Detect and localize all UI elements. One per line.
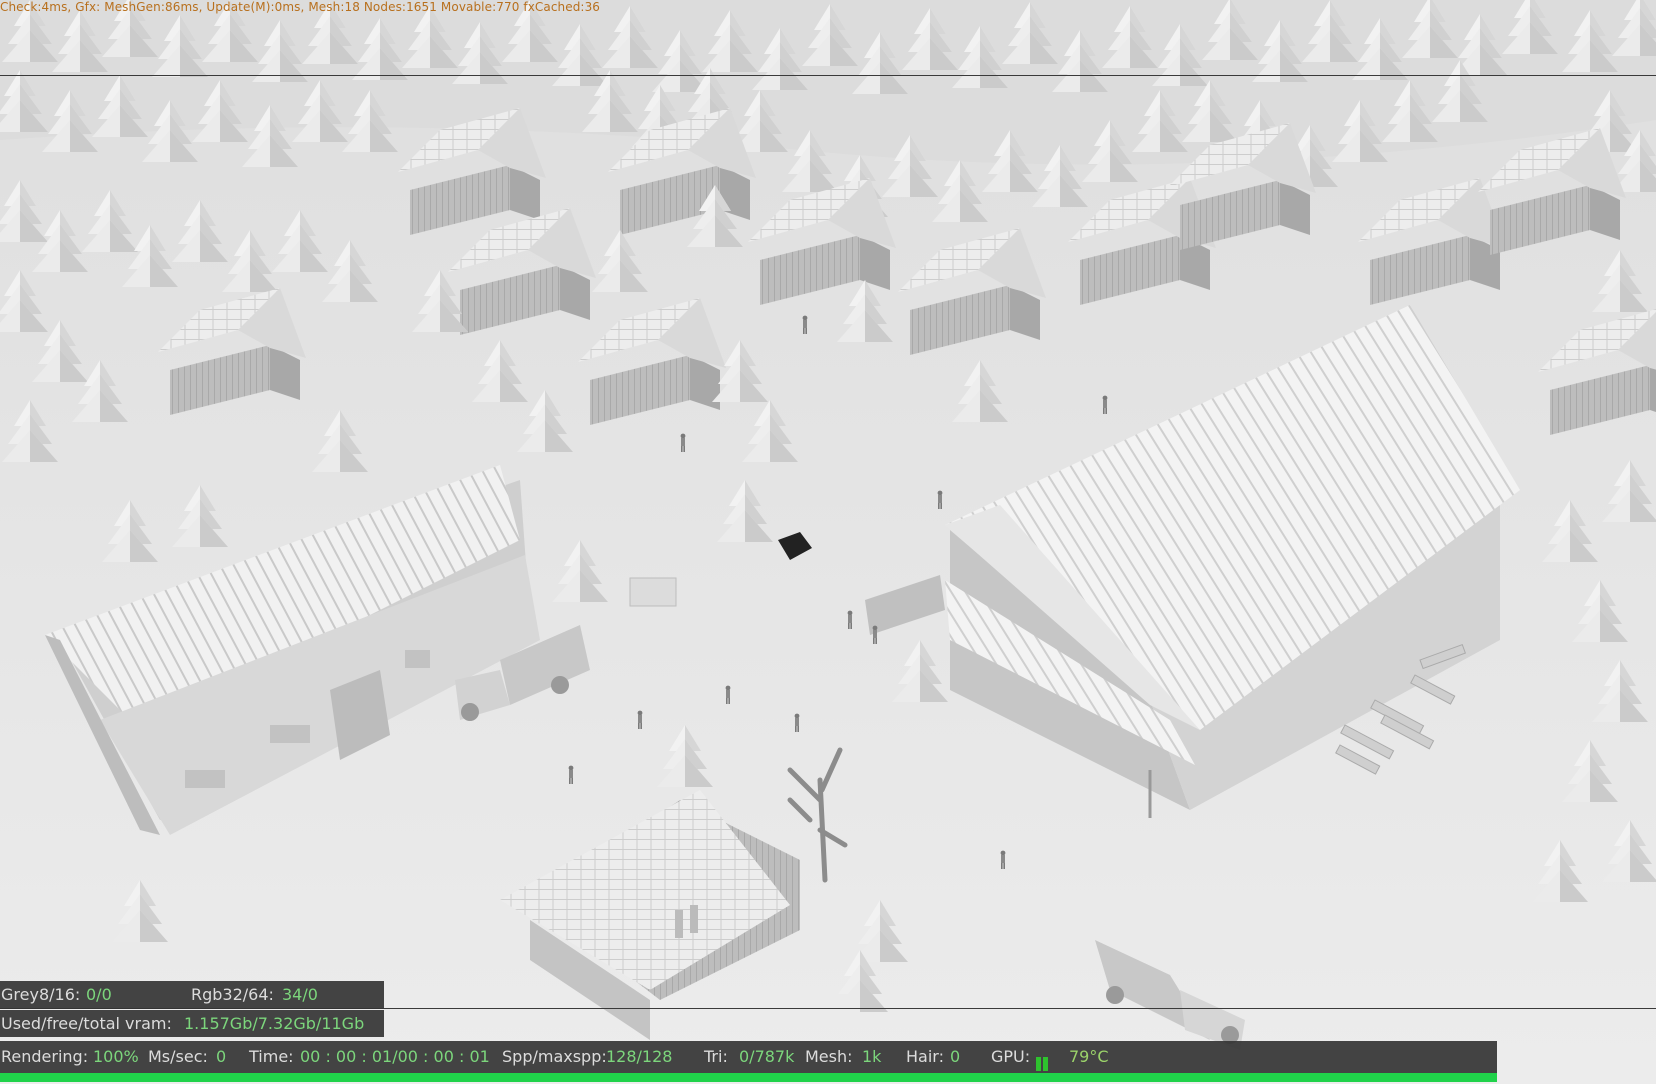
gpu-activity-icon <box>1036 1050 1050 1071</box>
time-value: 00 : 00 : 01/00 : 00 : 01 <box>300 1047 490 1066</box>
gpu-temperature: 79°C <box>1069 1047 1109 1066</box>
hair-label: Hair: <box>906 1047 944 1066</box>
debug-timing-line: Check:4ms, Gfx: MeshGen:86ms, Update(M):… <box>0 0 601 14</box>
rendering-value: 100% <box>93 1047 139 1066</box>
render-status-bar: Rendering: 100% Ms/sec: 0 Time: 00 : 00 … <box>0 1041 1497 1073</box>
spp-value: 128/128 <box>606 1047 673 1066</box>
grey-value: 0/0 <box>86 985 112 1004</box>
tri-value: 0/787k <box>739 1047 795 1066</box>
gpu-label: GPU: <box>991 1047 1031 1066</box>
viewport-top-divider <box>0 75 1656 76</box>
hair-value: 0 <box>950 1047 961 1066</box>
rgb-value: 34/0 <box>282 985 318 1004</box>
time-label: Time: <box>249 1047 294 1066</box>
rendered-scene <box>0 0 1656 1084</box>
spp-label: Spp/maxspp: <box>502 1047 607 1066</box>
render-viewport[interactable]: Check:4ms, Gfx: MeshGen:86ms, Update(M):… <box>0 0 1656 1084</box>
ms-value: 0 <box>216 1047 227 1066</box>
ms-label: Ms/sec: <box>148 1047 208 1066</box>
rendering-label: Rendering: <box>1 1047 89 1066</box>
tri-label: Tri: <box>704 1047 728 1066</box>
vram-label: Used/free/total vram: <box>1 1014 172 1033</box>
mesh-value: 1k <box>862 1047 882 1066</box>
texture-stats-panel: Grey8/16: 0/0 Rgb32/64: 34/0 <box>0 981 384 1009</box>
rgb-label: Rgb32/64: <box>191 985 274 1004</box>
vram-value: 1.157Gb/7.32Gb/11Gb <box>184 1014 365 1033</box>
render-progress-bar <box>0 1073 1497 1082</box>
mesh-label: Mesh: <box>805 1047 853 1066</box>
vram-panel: Used/free/total vram: 1.157Gb/7.32Gb/11G… <box>0 1010 384 1037</box>
grey-label: Grey8/16: <box>1 985 81 1004</box>
